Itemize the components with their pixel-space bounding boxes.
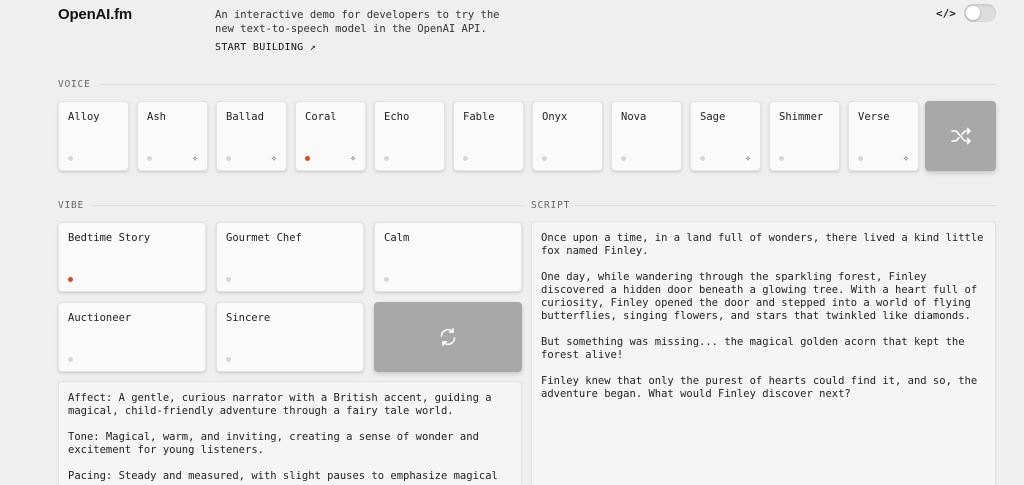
vibe-option-label: Sincere xyxy=(226,312,271,324)
voice-option-onyx[interactable]: Onyx xyxy=(532,101,603,171)
indicator-dot xyxy=(384,156,389,161)
voice-option-label: Ballad xyxy=(226,111,264,123)
indicator-dot xyxy=(542,156,547,161)
sparkle-icon: ✧ xyxy=(902,153,909,164)
vibe-section-label: VIBE xyxy=(58,200,85,211)
voice-option-label: Ash xyxy=(147,111,166,123)
voice-option-label: Sage xyxy=(700,111,726,123)
script-textarea[interactable]: Once upon a time, in a land full of wond… xyxy=(531,221,996,485)
sparkle-icon: ✧ xyxy=(191,153,198,164)
vibe-option-bedtime-story[interactable]: Bedtime Story xyxy=(58,222,206,292)
tagline: An interactive demo for developers to tr… xyxy=(215,9,500,35)
start-building-link[interactable]: START BUILDING ↗ xyxy=(215,42,316,53)
dev-mode-toggle[interactable] xyxy=(964,4,996,22)
voice-option-label: Verse xyxy=(858,111,890,123)
voice-option-label: Coral xyxy=(305,111,337,123)
indicator-dot xyxy=(68,357,73,362)
voice-option-label: Shimmer xyxy=(779,111,824,123)
vibe-divider xyxy=(90,205,522,206)
indicator-dot xyxy=(779,156,784,161)
vibe-option-auctioneer[interactable]: Auctioneer xyxy=(58,302,206,372)
indicator-dot xyxy=(700,156,705,161)
voice-option-fable[interactable]: Fable xyxy=(453,101,524,171)
refresh-icon xyxy=(440,328,456,346)
code-icon[interactable]: </> xyxy=(936,7,956,20)
voice-option-nova[interactable]: Nova xyxy=(611,101,682,171)
vibe-option-gourmet-chef[interactable]: Gourmet Chef xyxy=(216,222,364,292)
selected-indicator-dot xyxy=(68,277,73,282)
vibe-option-label: Calm xyxy=(384,232,410,244)
shuffle-voice-button[interactable] xyxy=(925,101,996,171)
selected-indicator-dot xyxy=(305,156,310,161)
script-divider xyxy=(575,205,996,206)
vibe-option-label: Bedtime Story xyxy=(68,232,151,244)
indicator-dot xyxy=(858,156,863,161)
vibe-option-label: Gourmet Chef xyxy=(226,232,302,244)
voice-divider xyxy=(100,84,996,85)
indicator-dot xyxy=(226,277,231,282)
voice-option-verse[interactable]: Verse ✧ xyxy=(848,101,919,171)
refresh-vibe-button[interactable] xyxy=(374,302,522,372)
vibe-option-sincere[interactable]: Sincere xyxy=(216,302,364,372)
voice-option-ash[interactable]: Ash ✧ xyxy=(137,101,208,171)
sparkle-icon: ✧ xyxy=(349,153,356,164)
voice-option-sage[interactable]: Sage ✧ xyxy=(690,101,761,171)
voice-option-label: Echo xyxy=(384,111,410,123)
voice-option-ballad[interactable]: Ballad ✧ xyxy=(216,101,287,171)
voice-option-label: Alloy xyxy=(68,111,100,123)
voice-option-coral[interactable]: Coral ✧ xyxy=(295,101,366,171)
indicator-dot xyxy=(147,156,152,161)
script-section-label: SCRIPT xyxy=(531,200,571,211)
voice-option-echo[interactable]: Echo xyxy=(374,101,445,171)
voice-section-label: VOICE xyxy=(58,79,91,90)
indicator-dot xyxy=(621,156,626,161)
vibe-description[interactable]: Affect: A gentle, curious narrator with … xyxy=(58,381,522,485)
indicator-dot xyxy=(463,156,468,161)
vibe-option-label: Auctioneer xyxy=(68,312,132,324)
sparkle-icon: ✧ xyxy=(744,153,751,164)
voice-option-shimmer[interactable]: Shimmer xyxy=(769,101,840,171)
voice-option-label: Nova xyxy=(621,111,647,123)
indicator-dot xyxy=(226,357,231,362)
indicator-dot xyxy=(226,156,231,161)
indicator-dot xyxy=(384,277,389,282)
brand-logo[interactable]: OpenAI.fm xyxy=(58,6,132,23)
shuffle-icon xyxy=(950,127,971,145)
sparkle-icon: ✧ xyxy=(270,153,277,164)
voice-option-label: Fable xyxy=(463,111,495,123)
voice-option-alloy[interactable]: Alloy xyxy=(58,101,129,171)
indicator-dot xyxy=(68,156,73,161)
voice-option-label: Onyx xyxy=(542,111,568,123)
toggle-knob xyxy=(966,6,980,20)
vibe-option-calm[interactable]: Calm xyxy=(374,222,522,292)
